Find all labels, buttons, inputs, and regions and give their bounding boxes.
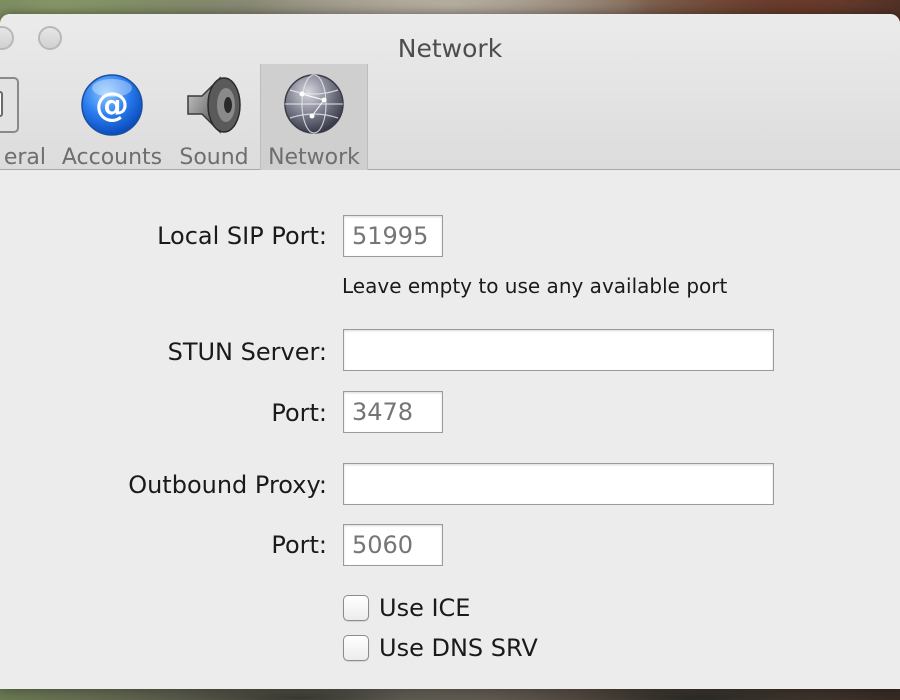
speaker-icon xyxy=(187,76,241,134)
tab-network-label: Network xyxy=(268,145,360,170)
port-hint-text: Leave empty to use any available port xyxy=(342,274,728,298)
tab-general[interactable]: eral xyxy=(0,64,50,170)
tab-sound[interactable]: Sound xyxy=(176,64,252,170)
outbound-proxy-input[interactable] xyxy=(343,463,774,505)
proxy-port-label: Port: xyxy=(271,531,327,559)
globe-icon xyxy=(284,74,344,134)
tab-accounts-label: Accounts xyxy=(61,145,163,170)
local-sip-port-input[interactable] xyxy=(343,215,443,257)
general-switch-icon xyxy=(0,77,19,133)
use-ice-checkbox[interactable] xyxy=(343,595,369,621)
tab-general-label: eral xyxy=(3,145,46,170)
at-sign-icon: @ xyxy=(81,74,143,136)
tab-sound-label: Sound xyxy=(179,145,249,170)
svg-text:@: @ xyxy=(95,85,129,125)
window-title: Network xyxy=(397,34,503,63)
stun-server-label: STUN Server: xyxy=(167,338,327,366)
network-settings-panel: Local SIP Port: Leave empty to use any a… xyxy=(0,171,900,689)
use-dns-srv-label: Use DNS SRV xyxy=(379,634,538,662)
stun-port-label: Port: xyxy=(271,399,327,427)
titlebar-toolbar: Network eral @ Accounts Sound Network xyxy=(0,14,900,170)
preferences-window: Network eral @ Accounts Sound Network Lo… xyxy=(0,14,900,689)
tab-accounts[interactable]: @ Accounts xyxy=(60,64,164,170)
stun-port-input[interactable] xyxy=(343,391,443,433)
use-dns-srv-checkbox[interactable] xyxy=(343,635,369,661)
proxy-port-input[interactable] xyxy=(343,524,443,566)
outbound-proxy-label: Outbound Proxy: xyxy=(128,471,327,499)
use-dns-srv-row[interactable]: Use DNS SRV xyxy=(343,633,538,663)
use-ice-label: Use ICE xyxy=(379,594,471,622)
tab-network[interactable]: Network xyxy=(260,64,368,170)
local-sip-port-label: Local SIP Port: xyxy=(157,222,327,250)
use-ice-row[interactable]: Use ICE xyxy=(343,593,470,623)
stun-server-input[interactable] xyxy=(343,329,774,371)
